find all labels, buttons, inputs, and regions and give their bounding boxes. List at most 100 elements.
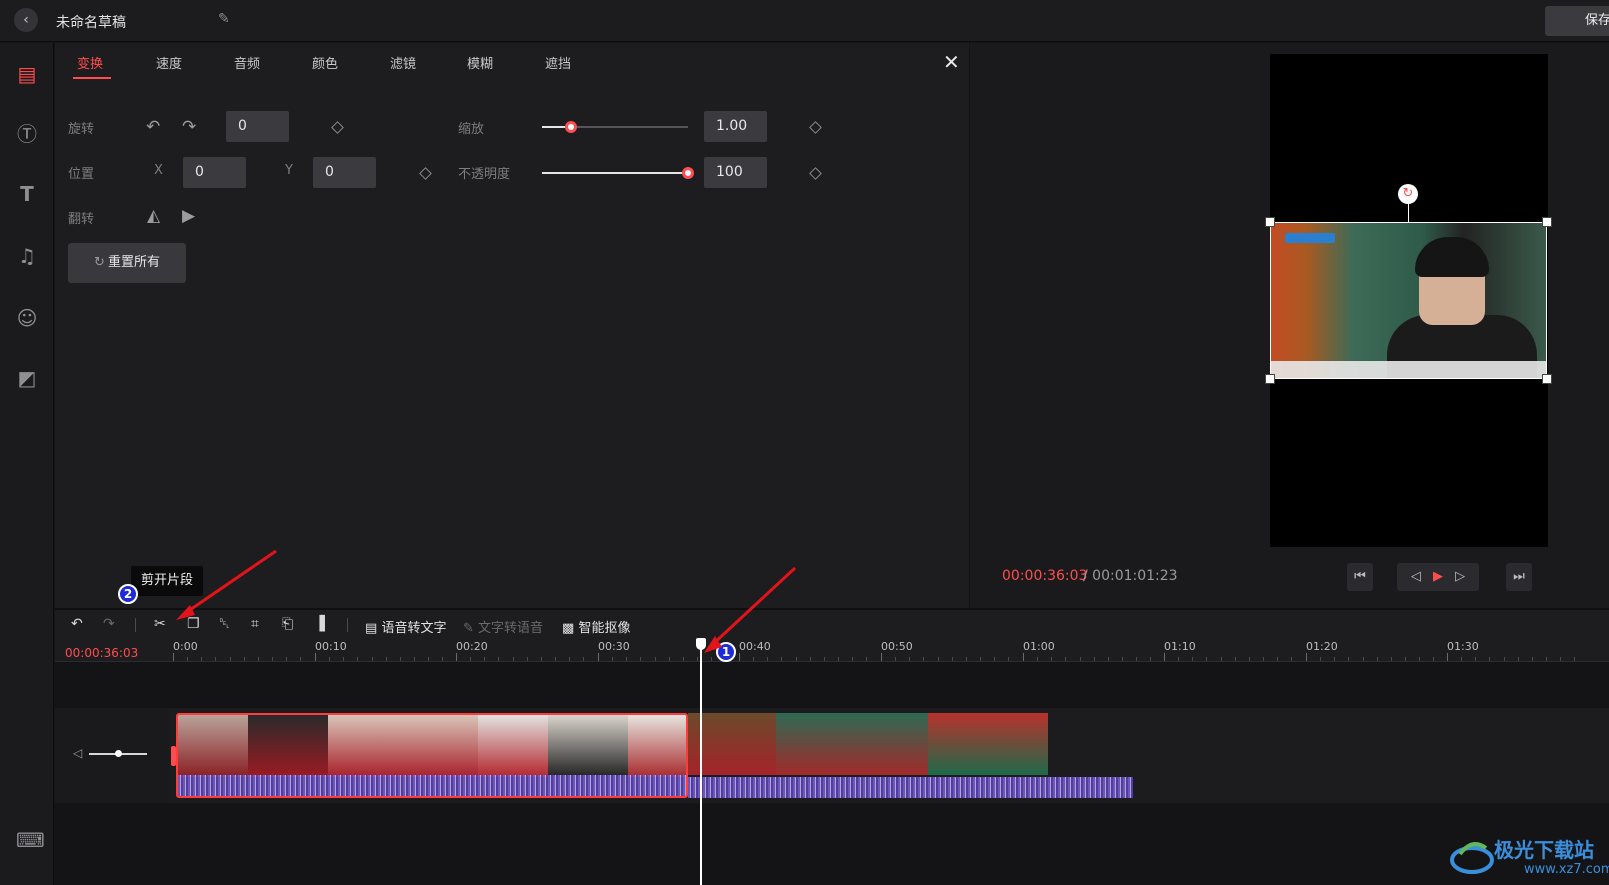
position-keyframe-icon[interactable] [419,167,432,180]
ruler-tick [952,657,953,661]
speech-to-text-button[interactable]: ▤ 语音转文字 [365,617,446,636]
ruler-tick [1391,657,1392,661]
undo-icon[interactable]: ↶ [71,616,83,632]
sticker-icon[interactable]: Ⓣ [14,121,40,147]
smart-cutout-button[interactable]: ▩ 智能抠像 [562,617,630,636]
skip-start-button[interactable]: ⏮ [1347,563,1373,591]
resize-handle-br[interactable] [1542,374,1552,384]
ruler-tick [201,657,202,661]
position-y-input[interactable]: 0 [313,157,376,188]
text-to-speech-button[interactable]: ✎ 文字转语音 [463,617,543,636]
video-frame[interactable] [1270,222,1547,379]
rotate-right-icon[interactable]: ↷ [182,117,196,137]
ruler-tick-label: 01:30 [1447,640,1479,653]
ruler-tick [1108,657,1109,661]
ruler-tick [1433,657,1434,661]
rotate-keyframe-icon[interactable] [331,121,344,134]
ruler-tick [1334,657,1335,661]
ruler-tick [569,657,570,661]
volume-slider-knob[interactable] [115,750,122,757]
ruler-tick [315,653,316,661]
rotate-input[interactable]: 0 [226,111,289,142]
tab-blur[interactable]: 模糊 [467,53,493,72]
skip-end-button[interactable]: ⏭ [1506,563,1532,591]
clip-thumbnail [548,715,628,777]
ruler-tick [655,657,656,661]
flip-horizontal-icon[interactable]: ◭ [147,206,160,226]
ruler-tick [1560,657,1561,661]
resize-handle-tr[interactable] [1542,217,1552,227]
clip-thumbnail [628,715,686,777]
media-icon[interactable]: ▤ [14,61,40,87]
music-icon[interactable]: ♫ [14,243,40,269]
volume-icon[interactable]: ◁ [73,746,82,760]
channel-logo [1285,233,1335,243]
ruler-tick [852,657,853,661]
opacity-input[interactable]: 100 [704,157,767,188]
prev-frame-icon[interactable]: ◁ [1411,569,1421,584]
tab-transform[interactable]: 变换 [77,53,103,72]
ruler-tick [866,657,867,661]
save-button[interactable]: 保存 [1545,6,1609,36]
position-x-label: X [154,163,163,178]
crop-icon[interactable]: ⌗ [251,616,259,632]
ruler-tick [187,657,188,661]
scissors-icon[interactable]: ✂ [154,616,166,632]
playback-group: ◁ ▶ ▷ [1397,563,1479,591]
rotate-left-icon[interactable]: ↶ [146,117,160,137]
ruler-tick [484,657,485,661]
ruler-tick [1546,657,1547,661]
image-icon[interactable]: ◩ [14,365,40,391]
scale-input[interactable]: 1.00 [704,111,767,142]
resize-handle-tl[interactable] [1265,217,1275,227]
tts-icon: ✎ [463,621,474,636]
next-frame-icon[interactable]: ▷ [1455,569,1465,584]
tab-mask[interactable]: 遮挡 [545,53,571,72]
text-to-speech-label: 文字转语音 [478,621,544,636]
toolbar-divider [135,618,136,632]
ruler-tick [796,657,797,661]
reset-all-button[interactable]: ↻ 重置所有 [68,243,186,283]
edit-title-icon[interactable]: ✎ [218,11,230,27]
resize-handle-bl[interactable] [1265,374,1275,384]
position-x-input[interactable]: 0 [183,157,246,188]
ruler-tick [1037,657,1038,661]
back-button[interactable]: ‹ [14,8,38,32]
ruler-tick [1405,657,1406,661]
video-clip-selected[interactable] [176,713,688,798]
video-clip[interactable] [688,713,1133,798]
tab-filter[interactable]: 滤镜 [390,53,416,72]
opacity-slider-knob[interactable] [682,167,694,179]
tab-speed[interactable]: 速度 [156,53,182,72]
play-icon[interactable]: ▶ [1433,569,1443,584]
replace-icon[interactable]: ⎗ [282,616,293,632]
close-icon[interactable]: ✕ [943,50,960,74]
rotate-handle-icon[interactable]: ↻ [1398,184,1418,204]
freeze-icon[interactable]: ▐ [314,616,325,632]
delete-icon[interactable]: ␡ [219,616,230,632]
ruler-tick [230,657,231,661]
emoji-icon[interactable]: ☺ [14,305,40,331]
flip-vertical-icon[interactable]: ▶ [182,206,195,226]
keyboard-icon[interactable]: ⌨ [16,828,45,852]
speech-to-text-label: 语音转文字 [381,621,447,636]
cutout-icon: ▩ [562,621,575,636]
playhead-line[interactable] [700,640,702,885]
scale-slider-knob[interactable] [565,121,577,133]
timeline-ruler[interactable]: 00:00:36:03 0:00 00:10 00:20 00:30 00:40 00:5… [55,638,1609,662]
ruler-tick [513,657,514,661]
scale-keyframe-icon[interactable] [809,121,822,134]
redo-icon[interactable]: ↷ [103,616,115,632]
copy-icon[interactable]: ❐ [187,616,200,632]
tab-color[interactable]: 颜色 [312,53,338,72]
ruler-tick [994,657,995,661]
ruler-tick [272,657,273,661]
opacity-keyframe-icon[interactable] [809,167,822,180]
tab-audio[interactable]: 音频 [234,53,260,72]
playhead-handle[interactable] [696,638,706,650]
clip-thumbnail [248,715,328,777]
text-icon[interactable]: T [14,181,40,207]
ruler-tick [1377,657,1378,661]
project-title[interactable]: 未命名草稿 [56,12,126,32]
ruler-tick [286,657,287,661]
